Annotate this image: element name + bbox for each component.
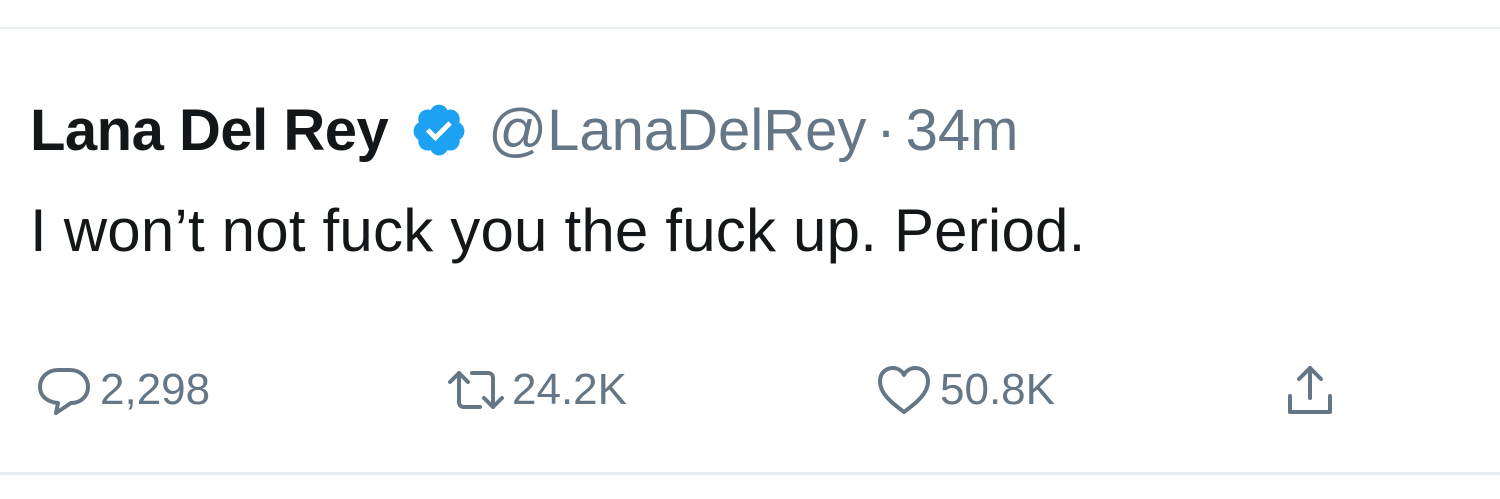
author-handle[interactable]: @LanaDelRey	[488, 97, 866, 164]
top-divider	[0, 27, 1500, 29]
tweet-text: I won’t not fuck you the fuck up. Period…	[30, 197, 1086, 264]
reply-button[interactable]: 2,298	[34, 350, 210, 430]
tweet-card[interactable]: Lana Del Rey @LanaDelRey · 34m I won’t n…	[0, 0, 1500, 499]
tweet-header: Lana Del Rey @LanaDelRey · 34m	[30, 92, 1019, 168]
retweet-button[interactable]: 24.2K	[446, 350, 627, 430]
retweet-count: 24.2K	[512, 365, 627, 414]
like-button[interactable]: 50.8K	[874, 350, 1055, 430]
reply-count: 2,298	[100, 365, 211, 414]
tweet-timestamp[interactable]: 34m	[906, 97, 1019, 164]
tweet-actions: 2,298 24.2K 50.8K	[34, 350, 1434, 430]
heart-icon	[874, 360, 934, 420]
reply-icon	[34, 360, 94, 420]
bottom-divider	[0, 472, 1500, 475]
meta-separator: ·	[876, 97, 896, 163]
share-icon	[1280, 360, 1340, 420]
retweet-icon	[446, 360, 506, 420]
share-button[interactable]	[1280, 350, 1340, 430]
like-count: 50.8K	[940, 365, 1055, 414]
author-name[interactable]: Lana Del Rey	[30, 97, 389, 164]
verified-badge-icon	[410, 101, 468, 159]
